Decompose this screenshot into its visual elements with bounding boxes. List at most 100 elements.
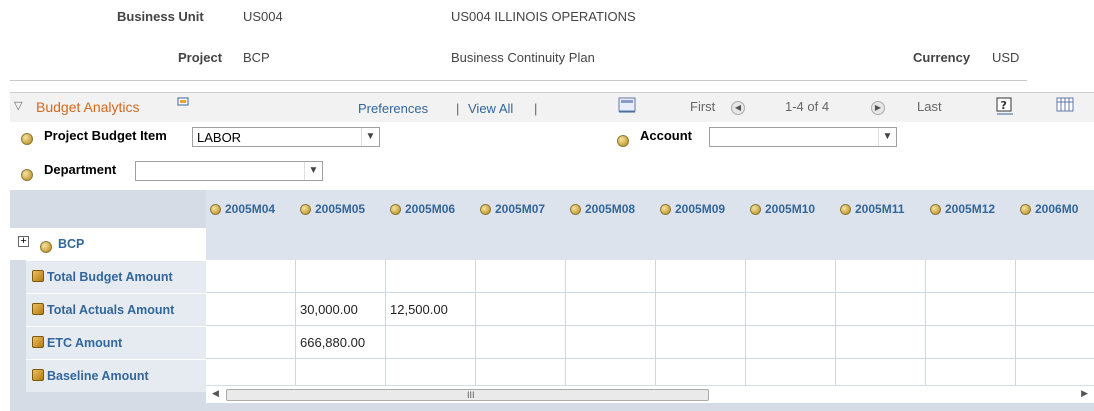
row-label[interactable]: Total Actuals Amount	[26, 293, 206, 326]
grid-cell	[926, 260, 1016, 293]
grid-cell	[836, 326, 926, 359]
project-budget-item-label: Project Budget Item	[44, 128, 167, 143]
chevron-down-icon: ▼	[878, 128, 896, 146]
previous-icon[interactable]: ◀	[731, 99, 745, 115]
grid-cell	[746, 293, 836, 326]
section-title: Budget Analytics	[36, 99, 140, 115]
row-range: 1-4 of 4	[785, 99, 830, 114]
grid-cell	[1016, 326, 1094, 359]
help-icon[interactable]: ?	[996, 97, 1014, 118]
grid-cell	[206, 293, 296, 326]
horizontal-scrollbar[interactable]: ◀ III ▶	[206, 385, 1094, 403]
business-unit-value: US004	[243, 9, 283, 24]
grid-cell	[476, 326, 566, 359]
grid-header-row: 2005M04 2005M05 2005M06 2005M07 2005M08 …	[206, 190, 1094, 228]
personalize-icon[interactable]	[176, 95, 190, 110]
group-value-area	[206, 228, 1094, 260]
group-row: + BCP	[10, 228, 1094, 260]
grid-cell	[476, 293, 566, 326]
business-unit-description: US004 ILLINOIS OPERATIONS	[451, 9, 636, 24]
row-label-text: Total Budget Amount	[47, 270, 173, 284]
account-select[interactable]: ▼	[709, 127, 897, 147]
business-unit-label: Business Unit	[117, 9, 204, 24]
row-label[interactable]: ETC Amount	[26, 326, 206, 359]
next-icon[interactable]: ▶	[871, 99, 885, 115]
department-label: Department	[44, 162, 117, 177]
grid-cell	[836, 260, 926, 293]
column-header[interactable]: 2005M12	[926, 190, 1016, 228]
column-header[interactable]: 2005M06	[386, 190, 476, 228]
column-header[interactable]: 2005M10	[746, 190, 836, 228]
project-label: Project	[178, 50, 223, 65]
department-pivot-icon[interactable]	[21, 166, 33, 181]
scroll-left-icon[interactable]: ◀	[212, 388, 219, 399]
grid-cell	[386, 326, 476, 359]
header-divider	[10, 80, 1027, 81]
row-label-text: Baseline Amount	[47, 369, 149, 383]
account-label: Account	[640, 128, 692, 143]
grid-cell	[206, 260, 296, 293]
grid-cell: 666,880.00	[296, 326, 386, 359]
row-label-text: Total Actuals Amount	[47, 303, 175, 317]
grid-cell	[656, 293, 746, 326]
group-label[interactable]: BCP	[58, 237, 84, 251]
grid-cell	[296, 260, 386, 293]
column-header[interactable]: 2005M09	[656, 190, 746, 228]
column-header[interactable]: 2005M07	[476, 190, 566, 228]
download-icon[interactable]	[618, 97, 636, 116]
row-label[interactable]: Total Budget Amount	[26, 260, 206, 293]
grid-cell	[1016, 293, 1094, 326]
grid-cell	[656, 260, 746, 293]
account-pivot-icon[interactable]	[617, 132, 629, 147]
measure-cube-icon	[32, 369, 44, 381]
grid-cell	[566, 260, 656, 293]
grid-cell	[836, 293, 926, 326]
project-budget-item-select[interactable]: LABOR ▼	[192, 127, 380, 147]
scroll-right-icon[interactable]: ▶	[1081, 388, 1088, 399]
row-label[interactable]: Baseline Amount	[26, 359, 206, 392]
grid-cell	[386, 260, 476, 293]
analytic-grid: 2005M04 2005M05 2005M06 2005M07 2005M08 …	[10, 190, 1094, 411]
grid-cell	[206, 326, 296, 359]
grid-cell	[476, 260, 566, 293]
scroll-grip: III	[467, 390, 475, 400]
column-header[interactable]: 2005M04	[206, 190, 296, 228]
grid-cell	[566, 326, 656, 359]
chevron-down-icon: ▼	[304, 162, 322, 180]
grid-cell	[656, 326, 746, 359]
grid-cell	[926, 326, 1016, 359]
chevron-down-icon: ▼	[361, 128, 379, 146]
group-label-cell: + BCP	[10, 228, 206, 260]
grid-cell	[1016, 260, 1094, 293]
collapse-icon[interactable]: ▽	[14, 99, 22, 112]
last-label[interactable]: Last	[917, 99, 942, 114]
scroll-thumb[interactable]: III	[226, 389, 709, 401]
grid-cell	[746, 326, 836, 359]
column-header[interactable]: 2006M0	[1016, 190, 1094, 228]
view-all-link[interactable]: View All	[468, 101, 513, 116]
grid-cell	[566, 293, 656, 326]
preferences-link[interactable]: Preferences	[358, 101, 428, 116]
budget-analytics-header: ▽ Budget Analytics Preferences | View Al…	[10, 92, 1094, 122]
department-select[interactable]: ▼	[135, 161, 323, 181]
measure-cube-icon	[32, 303, 44, 315]
measure-cube-icon	[32, 270, 44, 282]
project-budget-item-value: LABOR	[197, 130, 242, 145]
expand-icon[interactable]: +	[18, 236, 29, 247]
column-header[interactable]: 2005M11	[836, 190, 926, 228]
currency-label: Currency	[913, 50, 971, 65]
column-header[interactable]: 2005M08	[566, 190, 656, 228]
project-budget-item-pivot-icon[interactable]	[21, 130, 33, 145]
currency-value: USD	[992, 50, 1020, 65]
column-header[interactable]: 2005M05	[296, 190, 386, 228]
project-value: BCP	[243, 50, 270, 65]
grid-cell	[926, 293, 1016, 326]
bcp-pivot-icon[interactable]	[40, 238, 52, 253]
first-label[interactable]: First	[690, 99, 715, 114]
grid-view-icon[interactable]	[1056, 97, 1074, 116]
grid-cell: 30,000.00	[296, 293, 386, 326]
project-description: Business Continuity Plan	[451, 50, 595, 65]
grid-cell: 12,500.00	[386, 293, 476, 326]
separator: |	[534, 101, 538, 116]
grid-cell	[746, 260, 836, 293]
